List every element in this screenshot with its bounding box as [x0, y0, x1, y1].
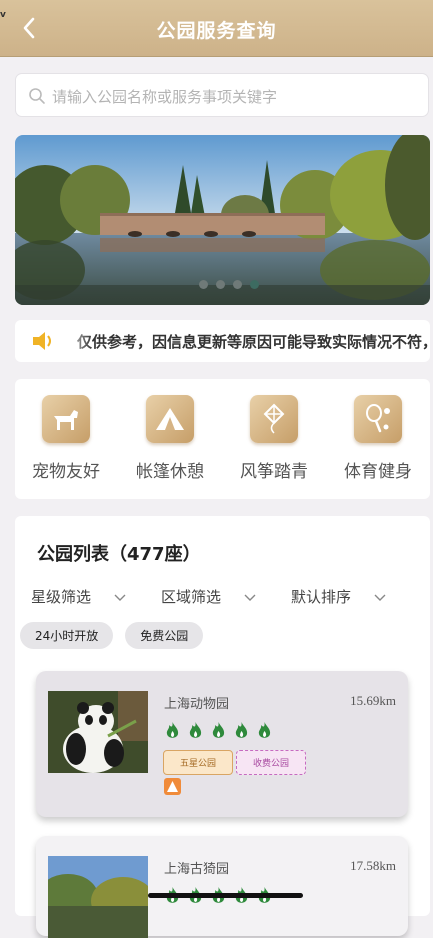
park-rating [164, 721, 273, 741]
dog-icon [42, 395, 90, 443]
carousel-dot[interactable] [216, 280, 225, 289]
park-tags: 五星公园 收费公园 [163, 750, 307, 775]
category-grid: 宠物友好 帐篷休憩 风筝踏青 体育健身 [15, 379, 430, 499]
park-name: 上海动物园 [164, 696, 230, 711]
park-list-section: 公园列表（477座） 星级筛选 区域筛选 默认排序 24小时开放 免费公园 上海… [15, 516, 430, 938]
home-indicator [148, 893, 303, 898]
carousel-indicator [199, 280, 259, 289]
park-distance: 17.58km [350, 858, 396, 873]
search-icon [29, 88, 45, 104]
carousel-dot[interactable] [233, 280, 242, 289]
park-list-title: 公园列表（477座） [37, 544, 201, 565]
star-filter-dropdown[interactable]: 星级筛选 [31, 586, 126, 607]
filter-bar: 星级筛选 区域筛选 默认排序 [31, 586, 411, 610]
category-label: 帐篷休憩 [136, 462, 204, 482]
notice-bar: 仅供参考，因信息更新等原因可能导致实际情况不符， [15, 320, 430, 362]
park-card[interactable]: 上海动物园 15.69km 五星公园 收费公园 [36, 671, 408, 817]
racket-icon [354, 395, 402, 443]
category-kite[interactable]: 风筝踏青 [224, 395, 324, 482]
park-photo [48, 856, 148, 938]
category-pet-friendly[interactable]: 宠物友好 [16, 395, 116, 482]
carousel-dot-active[interactable] [250, 280, 259, 289]
flame-icon [212, 722, 225, 738]
tent-icon [146, 395, 194, 443]
park-photo [48, 691, 148, 773]
speaker-icon [33, 332, 51, 350]
flame-icon [189, 722, 202, 738]
category-label: 风筝踏青 [240, 462, 308, 482]
page-title: 公园服务查询 [156, 20, 277, 42]
tent-service-icon [164, 778, 181, 795]
flame-icon [235, 722, 248, 738]
paid-park-badge: 收费公园 [236, 750, 307, 775]
flame-icon [258, 722, 271, 738]
chevron-down-icon [374, 594, 386, 601]
carousel-dot[interactable] [199, 280, 208, 289]
chip-free-park[interactable]: 免费公园 [125, 622, 204, 649]
search-placeholder: 请输入公园名称或服务事项关键字 [52, 88, 278, 106]
notice-text: 仅供参考，因信息更新等原因可能导致实际情况不符， [77, 333, 430, 351]
park-name: 上海古猗园 [164, 861, 230, 876]
top-header: v 公园服务查询 [0, 0, 433, 57]
park-distance: 15.69km [350, 693, 396, 708]
chevron-down-icon [114, 594, 126, 601]
area-filter-dropdown[interactable]: 区域筛选 [161, 586, 256, 607]
flame-icon [166, 722, 179, 738]
category-label: 宠物友好 [32, 462, 100, 482]
category-tent[interactable]: 帐篷休憩 [120, 395, 220, 482]
sort-dropdown[interactable]: 默认排序 [291, 586, 386, 607]
park-card[interactable]: 上海古猗园 17.58km [36, 836, 408, 938]
category-sports[interactable]: 体育健身 [328, 395, 428, 482]
quick-filter-chips: 24小时开放 免费公园 [20, 622, 204, 649]
five-star-badge: 五星公园 [163, 750, 234, 775]
category-label: 体育健身 [344, 462, 412, 482]
chevron-down-icon [244, 594, 256, 601]
kite-icon [250, 395, 298, 443]
search-input[interactable]: 请输入公园名称或服务事项关键字 [15, 73, 429, 117]
chip-24h-open[interactable]: 24小时开放 [20, 622, 114, 649]
